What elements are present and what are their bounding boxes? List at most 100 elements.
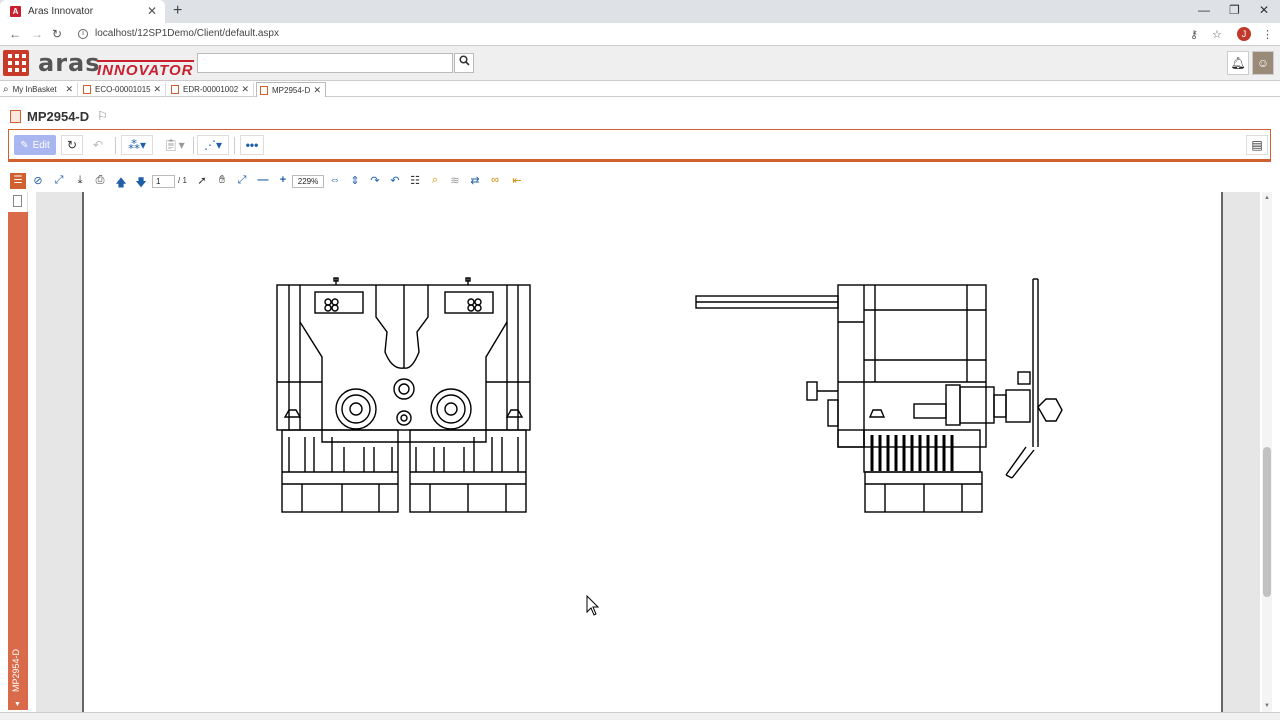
- settings-sliders-icon[interactable]: ☷: [408, 174, 422, 187]
- clipboard-button[interactable]: 📋︎▾: [159, 135, 189, 155]
- app-header: aras INNOVATOR 🔔︎ ☺: [0, 46, 1280, 81]
- prev-page-icon[interactable]: 🡅: [114, 174, 128, 193]
- markup-icon[interactable]: ⤢: [52, 174, 66, 187]
- more-button[interactable]: •••: [240, 135, 264, 155]
- edit-label: Edit: [32, 139, 50, 151]
- tab-label: My InBasket: [12, 85, 57, 94]
- close-tab-icon[interactable]: ✕: [153, 84, 161, 95]
- layers-icon[interactable]: ≋: [448, 174, 462, 187]
- page-number-input[interactable]: 1: [152, 175, 175, 188]
- info-icon[interactable]: i: [78, 28, 88, 39]
- browser-tab[interactable]: A Aras Innovator ✕: [0, 0, 165, 23]
- url-field[interactable]: i localhost/12SP1Demo/Client/default.asp…: [78, 28, 279, 39]
- scrollbar-thumb[interactable]: [1263, 447, 1271, 597]
- tab-edr[interactable]: EDR-00001002 ✕: [168, 82, 254, 97]
- tab-my-inbasket[interactable]: ⌕ My InBasket ✕: [0, 82, 78, 97]
- drawing-page[interactable]: [82, 192, 1223, 712]
- close-tab-icon[interactable]: ✕: [241, 84, 249, 95]
- separator: [115, 137, 116, 154]
- exit-icon[interactable]: ⇤: [510, 174, 524, 187]
- cad-drawing: [276, 277, 1063, 513]
- close-window-icon[interactable]: ✕: [1259, 3, 1269, 17]
- menu-dots-icon[interactable]: ⋮: [1262, 28, 1273, 41]
- fit-width-icon[interactable]: ⇔: [328, 174, 342, 186]
- user-avatar[interactable]: ☺: [1252, 51, 1274, 75]
- zoom-out-icon[interactable]: —: [256, 174, 270, 186]
- find-icon[interactable]: ⌕: [428, 174, 442, 187]
- page-title: MP2954-D: [27, 108, 90, 124]
- scroll-down-icon[interactable]: ▼: [1264, 703, 1270, 709]
- close-tab-icon[interactable]: ✕: [313, 85, 321, 96]
- page-thumbnail-icon: [13, 195, 22, 207]
- refresh-button[interactable]: ↻: [61, 135, 83, 155]
- page-total: / 1: [178, 176, 187, 185]
- browser-tab-title: Aras Innovator: [28, 6, 94, 17]
- search-icon: ⌕: [3, 84, 9, 95]
- profile-avatar[interactable]: J: [1237, 27, 1251, 41]
- fit-height-icon[interactable]: ⇕: [348, 174, 362, 187]
- notifications-button[interactable]: 🔔︎: [1227, 51, 1249, 75]
- next-page-icon[interactable]: 🡇: [134, 174, 148, 193]
- more-dots-icon: •••: [245, 138, 259, 152]
- browser-tabstrip: A Aras Innovator ✕ + — ❐ ✕: [0, 0, 1280, 23]
- back-icon[interactable]: ←: [9, 27, 21, 41]
- app-grid-icon[interactable]: [3, 50, 29, 76]
- link-icon[interactable]: ∞: [488, 174, 502, 186]
- aras-logo: aras INNOVATOR: [38, 49, 194, 79]
- window-bottom-edge: [0, 712, 1280, 720]
- viewer-toolbar: ☰ ⊘ ⤢ ⤓ ⎙ 🡅 🡇 1 / 1 ➚ ✋︎ ⤢ — + 229% ⇔ ⇕ …: [8, 172, 1271, 192]
- search-input[interactable]: [197, 53, 453, 73]
- comment-icon: ▤: [1251, 138, 1263, 152]
- side-panel[interactable]: MP2954-D ▼: [8, 212, 28, 710]
- tab-mp2954[interactable]: MP2954-D ✕: [256, 82, 326, 97]
- discussion-button[interactable]: ▤: [1246, 135, 1268, 155]
- sidebar-top[interactable]: [8, 192, 28, 212]
- logo-main: aras: [38, 49, 101, 77]
- document-icon: [10, 109, 21, 123]
- zoom-level-input[interactable]: 229%: [292, 175, 324, 188]
- rotate-cw-icon[interactable]: ↷: [368, 174, 382, 187]
- viewer-canvas[interactable]: [36, 192, 1260, 712]
- vertical-scrollbar[interactable]: ▲ ▼: [1262, 192, 1272, 712]
- forward-icon[interactable]: →: [31, 27, 43, 41]
- select-tool-icon[interactable]: ➚: [195, 174, 209, 187]
- print-icon[interactable]: ⎙: [93, 174, 107, 187]
- minimize-icon[interactable]: —: [1198, 3, 1210, 17]
- structure-icon: ⁂▾: [127, 138, 147, 152]
- share-button[interactable]: ⋰▾: [197, 135, 229, 155]
- star-icon[interactable]: ☆: [1212, 28, 1222, 41]
- download-icon[interactable]: ⤓: [73, 174, 87, 187]
- refresh-icon: ↻: [66, 138, 78, 152]
- close-tab-icon[interactable]: ✕: [65, 84, 73, 95]
- flag-icon[interactable]: ⚐: [97, 109, 108, 123]
- undo-icon: ↶: [92, 138, 104, 152]
- restore-icon[interactable]: ❐: [1229, 3, 1240, 17]
- tab-label: EDR-00001002: [183, 85, 239, 94]
- zoom-window-icon[interactable]: ⤢: [235, 174, 249, 187]
- undo-button[interactable]: ↶: [87, 135, 109, 155]
- edit-button[interactable]: ✎ Edit: [14, 135, 56, 155]
- key-icon[interactable]: ⚷: [1190, 28, 1198, 41]
- address-bar: ← → ↻ i localhost/12SP1Demo/Client/defau…: [0, 23, 1280, 46]
- pan-hand-icon[interactable]: ✋︎: [215, 174, 229, 187]
- sidebar-toggle-icon[interactable]: ☰: [10, 173, 26, 189]
- compare-icon[interactable]: ⇄: [468, 174, 482, 187]
- history-icon[interactable]: ⊘: [31, 174, 45, 187]
- new-tab-icon[interactable]: +: [173, 2, 182, 20]
- tab-eco[interactable]: ECO-00001015 ✕: [80, 82, 166, 97]
- document-icon: [260, 85, 268, 95]
- chevron-down-icon[interactable]: ▼: [14, 701, 21, 708]
- structure-button[interactable]: ⁂▾: [121, 135, 153, 155]
- close-tab-icon[interactable]: ✕: [147, 4, 157, 18]
- front-view: [276, 277, 531, 513]
- search-icon: [458, 55, 470, 66]
- logo-sub: INNOVATOR: [97, 60, 194, 79]
- scroll-up-icon[interactable]: ▲: [1264, 195, 1270, 201]
- zoom-in-icon[interactable]: +: [276, 174, 290, 186]
- rotate-ccw-icon[interactable]: ↶: [388, 174, 402, 187]
- aras-favicon-icon: A: [10, 6, 21, 17]
- reload-icon[interactable]: ↻: [52, 27, 62, 41]
- tab-label: ECO-00001015: [95, 85, 151, 94]
- search-button[interactable]: [454, 53, 474, 73]
- document-icon: [83, 85, 91, 94]
